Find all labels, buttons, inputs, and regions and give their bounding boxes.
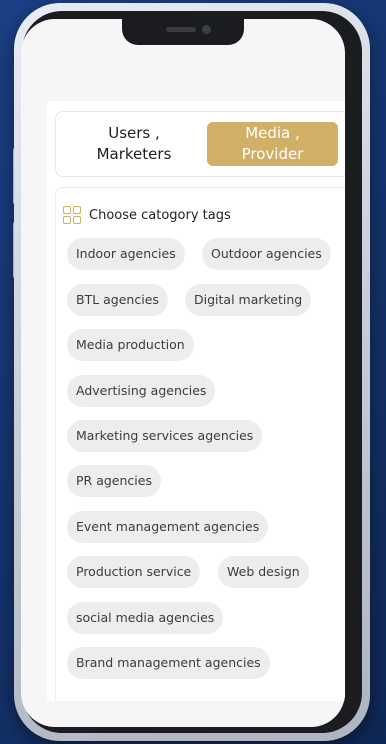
tag-chip[interactable]: PR agencies bbox=[67, 465, 161, 497]
notch bbox=[122, 19, 244, 45]
tag-chip[interactable]: Production service bbox=[67, 556, 201, 588]
grid-icon bbox=[63, 206, 81, 224]
media-provider-option[interactable]: Media , Provider bbox=[207, 122, 338, 166]
tags-title: Choose catogory tags bbox=[89, 207, 231, 223]
tag-chip[interactable]: Digital marketing bbox=[185, 284, 312, 316]
tag-chip[interactable]: social media agencies bbox=[67, 602, 224, 634]
tag-chip[interactable]: Marketing services agencies bbox=[67, 420, 263, 452]
tags-header: Choose catogory tags bbox=[63, 206, 231, 224]
tag-chip[interactable]: Event management agencies bbox=[67, 511, 269, 543]
tag-chip[interactable]: Web design bbox=[218, 556, 309, 588]
tag-chip[interactable]: Outdoor agencies bbox=[202, 238, 331, 270]
tag-chip[interactable]: Indoor agencies bbox=[67, 238, 185, 270]
camera bbox=[202, 25, 211, 34]
tag-chip[interactable]: BTL agencies bbox=[67, 284, 168, 316]
users-marketers-option[interactable]: Users , Marketers bbox=[70, 122, 198, 166]
tag-chip[interactable]: Brand management agencies bbox=[67, 647, 270, 679]
speaker bbox=[166, 27, 196, 32]
phone-screen: Users , Marketers Media , Provider Choos… bbox=[21, 19, 345, 727]
main-content: Users , Marketers Media , Provider Choos… bbox=[47, 101, 345, 701]
user-type-toggle: Users , Marketers Media , Provider bbox=[55, 111, 345, 177]
category-tags-card: Choose catogory tags Indoor agencies Out… bbox=[55, 187, 345, 701]
tag-chip[interactable]: Advertising agencies bbox=[67, 375, 216, 407]
tag-chip[interactable]: Media production bbox=[67, 329, 194, 361]
